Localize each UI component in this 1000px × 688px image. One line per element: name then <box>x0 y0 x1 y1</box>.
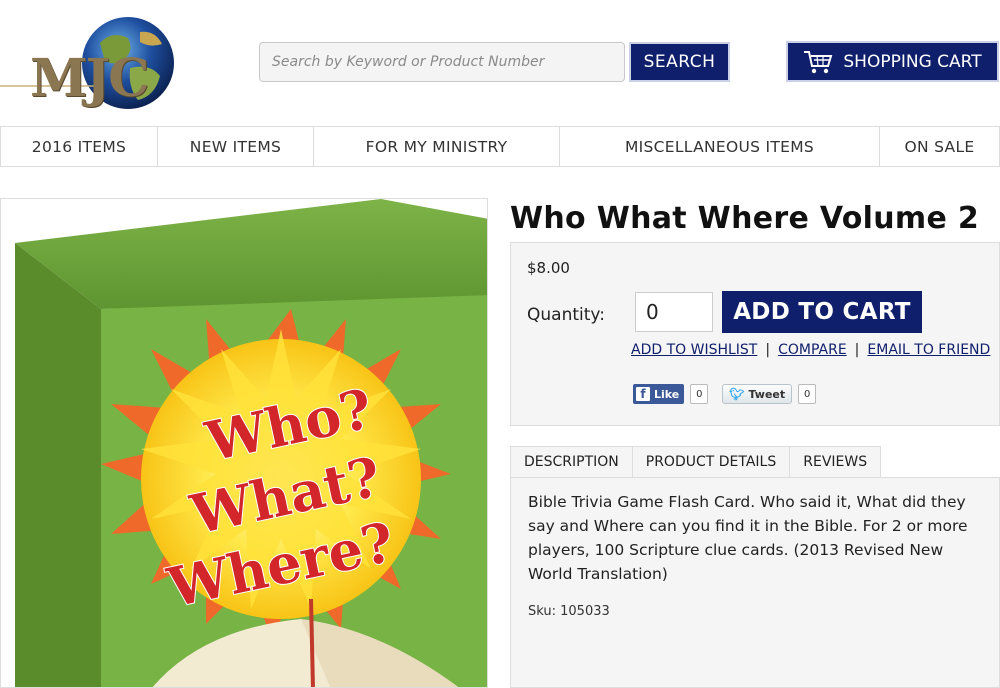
nav-item-miscellaneous-items[interactable]: MISCELLANEOUS ITEMS <box>560 127 880 166</box>
cart-icon <box>804 50 833 73</box>
tweet-count: 0 <box>798 384 817 404</box>
tab-product-details[interactable]: PRODUCT DETAILS <box>631 446 790 478</box>
product-sku: Sku: 105033 <box>528 604 610 619</box>
quantity-input[interactable] <box>635 292 713 332</box>
shopping-cart-button[interactable]: SHOPPING CART <box>786 41 999 82</box>
product-tabs: DESCRIPTION PRODUCT DETAILS REVIEWS <box>510 446 882 478</box>
separator: | <box>765 342 771 358</box>
product-actions: ADD TO WISHLIST | COMPARE | EMAIL TO FRI… <box>631 342 990 358</box>
add-to-cart-button[interactable]: ADD TO CART <box>722 291 922 333</box>
nav-item-new-items[interactable]: NEW ITEMS <box>158 127 314 166</box>
product-image[interactable]: Who? What? Where? <box>0 198 488 688</box>
nav-item-2016-items[interactable]: 2016 ITEMS <box>0 127 158 166</box>
compare-link[interactable]: COMPARE <box>778 342 847 358</box>
product-price: $8.00 <box>527 259 570 277</box>
tweet-label: Tweet <box>748 387 786 401</box>
product-title: Who What Where Volume 2 <box>510 201 980 236</box>
purchase-panel: $8.00 Quantity: ADD TO CART ADD TO WISHL… <box>510 242 1000 426</box>
social-share: f Like 0 🐦︎ Tweet 0 <box>633 384 817 404</box>
like-count: 0 <box>690 384 709 404</box>
facebook-icon: f <box>636 387 650 401</box>
logo-text: MJC <box>30 48 150 109</box>
product-description: Bible Trivia Game Flash Card. Who said i… <box>528 493 968 583</box>
tweet-button[interactable]: 🐦︎ Tweet <box>722 384 793 404</box>
twitter-icon: 🐦︎ <box>729 387 745 401</box>
email-to-friend-link[interactable]: EMAIL TO FRIEND <box>867 342 990 358</box>
nav-item-on-sale[interactable]: ON SALE <box>880 127 1000 166</box>
separator: | <box>854 342 860 358</box>
description-panel: Bible Trivia Game Flash Card. Who said i… <box>510 477 1000 688</box>
search-input[interactable] <box>259 42 625 82</box>
search-button[interactable]: SEARCH <box>629 42 730 82</box>
quantity-label: Quantity: <box>527 305 605 325</box>
main-nav: 2016 ITEMS NEW ITEMS FOR MY MINISTRY MIS… <box>0 126 1000 167</box>
cart-label: SHOPPING CART <box>843 51 982 72</box>
tab-description[interactable]: DESCRIPTION <box>510 446 632 478</box>
facebook-like-button[interactable]: f Like <box>633 384 685 404</box>
add-to-wishlist-link[interactable]: ADD TO WISHLIST <box>631 342 757 358</box>
like-label: Like <box>654 387 680 401</box>
logo[interactable]: MJC <box>0 8 180 118</box>
tab-reviews[interactable]: REVIEWS <box>789 446 882 478</box>
nav-item-for-my-ministry[interactable]: FOR MY MINISTRY <box>314 127 560 166</box>
